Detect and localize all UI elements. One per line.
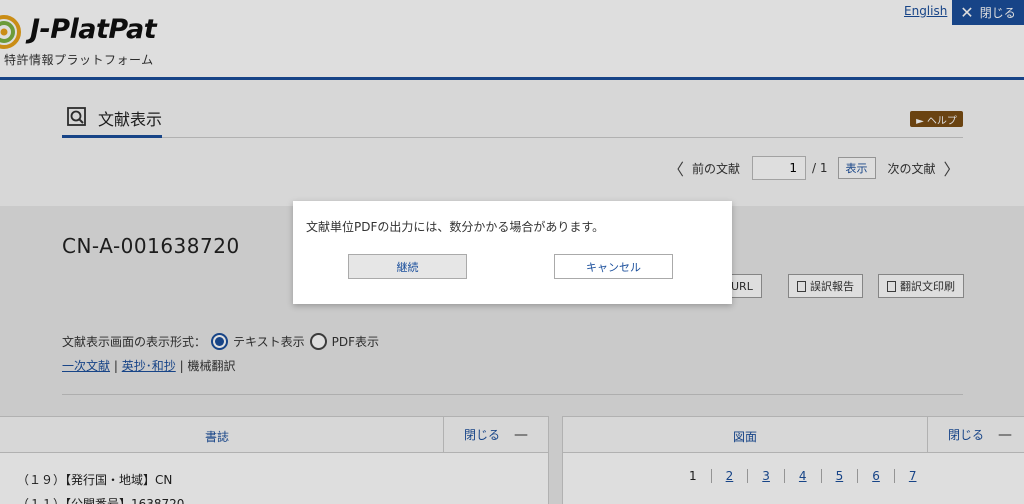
- cancel-button[interactable]: キャンセル: [554, 254, 673, 279]
- dialog-message: 文献単位PDFの出力には、数分かかる場合があります。: [306, 220, 605, 234]
- pdf-output-dialog: 文献単位PDFの出力には、数分かかる場合があります。 継続 キャンセル: [293, 201, 732, 304]
- continue-button[interactable]: 継続: [348, 254, 467, 279]
